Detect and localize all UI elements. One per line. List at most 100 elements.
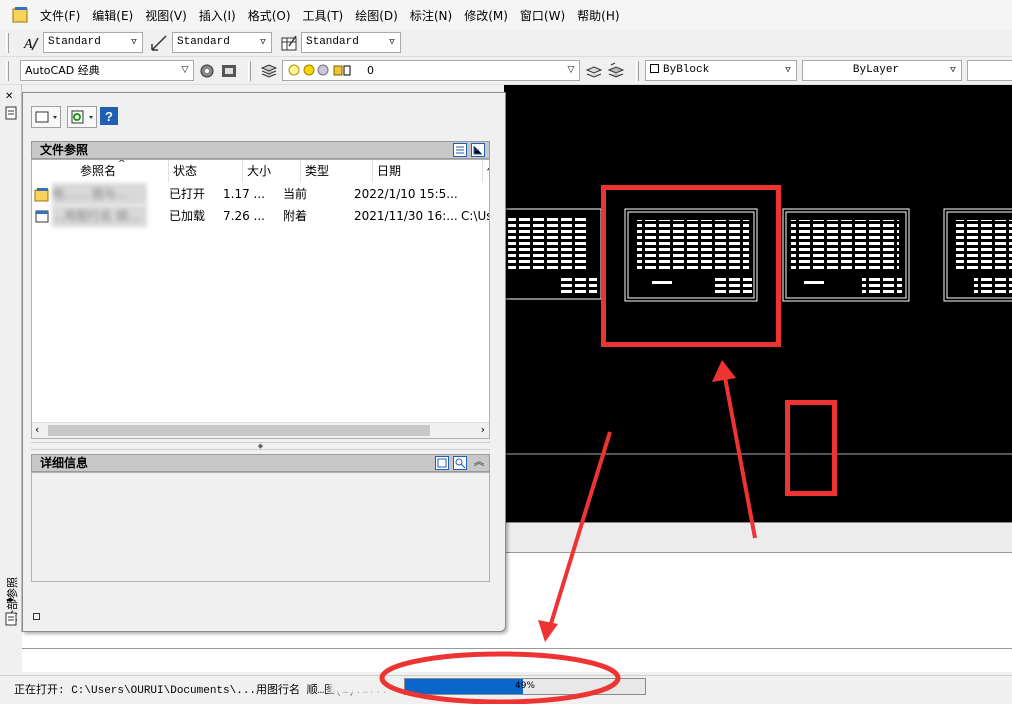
- menu-item[interactable]: 修改(M): [460, 7, 516, 24]
- text-style-icon[interactable]: A: [22, 34, 40, 52]
- toolbar-grip[interactable]: [6, 33, 9, 53]
- progress-label: 49%: [514, 681, 535, 691]
- refresh-dropdown-icon[interactable]: [67, 106, 97, 128]
- layer-properties-icon[interactable]: [260, 62, 278, 80]
- table-style-icon[interactable]: [280, 34, 298, 52]
- chevron-down-icon[interactable]: ▽: [563, 61, 579, 80]
- toolbar-grip[interactable]: [248, 61, 251, 81]
- row-path: C:\Us: [461, 209, 490, 223]
- color-select[interactable]: ByBlock ▽: [645, 60, 797, 81]
- menu-item[interactable]: 窗口(W): [516, 7, 573, 24]
- menu-item[interactable]: 视图(V): [141, 7, 195, 24]
- text-style-select[interactable]: Standard ▽: [43, 32, 143, 53]
- my-workspace-icon[interactable]: [220, 62, 238, 80]
- lineweight-select[interactable]: [967, 60, 1012, 81]
- scroll-left-icon[interactable]: ‹: [35, 423, 39, 436]
- dim-style-select[interactable]: Standard ▽: [172, 32, 272, 53]
- menu-item[interactable]: 编辑(E): [88, 7, 141, 24]
- sort-asc-icon: ^: [118, 159, 126, 169]
- collapse-icon[interactable]: ︽: [474, 455, 484, 471]
- text-style-value: Standard: [48, 36, 101, 48]
- workspace-select[interactable]: AutoCAD 经典 ▽: [20, 60, 194, 81]
- row-type: 当前: [283, 187, 308, 201]
- chevron-down-icon[interactable]: ▽: [780, 61, 796, 80]
- preview-icon[interactable]: [453, 456, 467, 470]
- menu-item[interactable]: 标注(N): [406, 7, 460, 24]
- chevron-down-icon[interactable]: ▽: [255, 33, 271, 52]
- layer-select[interactable]: 0 ▽: [282, 60, 580, 81]
- workspace-settings-icon[interactable]: [198, 62, 216, 80]
- row-type: 附着: [283, 209, 308, 223]
- column-label: 参照名: [80, 164, 117, 178]
- column-saved-path[interactable]: 保: [483, 160, 489, 182]
- file-refs-list[interactable]: 参照名^ 状态 大小 类型 日期 保 电…… 图与… 已打开 1.17 ... …: [31, 159, 490, 439]
- resize-grip-icon[interactable]: [33, 613, 40, 620]
- drawing-sheet[interactable]: [943, 208, 1012, 302]
- column-type[interactable]: 类型: [301, 160, 373, 182]
- details-header[interactable]: 详细信息 ︽: [31, 454, 490, 472]
- column-ref-name[interactable]: 参照名 ^: [32, 160, 169, 182]
- column-label: 大小: [247, 164, 272, 178]
- current-drawing-icon: [34, 188, 49, 202]
- row-date: 2022/1/10 15:5...: [354, 187, 458, 201]
- column-label: 状态: [173, 164, 198, 178]
- row-ref-name: 电…… 图与…: [52, 183, 147, 205]
- menu-item[interactable]: 格式(O): [244, 7, 299, 24]
- row-size: 7.26 ...: [223, 209, 265, 223]
- layer-previous-icon[interactable]: [607, 62, 625, 80]
- splitter-handle[interactable]: ◆: [31, 442, 490, 450]
- toolbar-grip[interactable]: [6, 61, 9, 81]
- workspace-value: AutoCAD 经典: [25, 64, 100, 77]
- expand-arrows-icon[interactable]: ◂▸: [6, 595, 14, 604]
- attach-dropdown-icon[interactable]: [31, 106, 61, 128]
- row-date: 2021/11/30 16:...: [354, 209, 458, 223]
- properties-icon[interactable]: [5, 612, 17, 626]
- annotation-box-sheet: [601, 185, 781, 347]
- close-icon[interactable]: ✕: [5, 91, 13, 102]
- chevron-down-icon[interactable]: ▽: [126, 33, 142, 52]
- horizontal-scrollbar[interactable]: ‹ ›: [32, 422, 489, 438]
- drawing-sheet[interactable]: [501, 208, 602, 300]
- drawing-sheet[interactable]: [782, 208, 910, 302]
- dim-style-icon[interactable]: [150, 34, 168, 52]
- dwg-file-icon: [35, 210, 49, 223]
- chevron-down-icon[interactable]: ▽: [945, 61, 961, 80]
- column-date[interactable]: 日期: [373, 160, 483, 182]
- color-swatch: [650, 64, 659, 73]
- column-size[interactable]: 大小: [243, 160, 301, 182]
- xref-palette-strip: ✕ 外部参照 ◂▸: [0, 85, 22, 632]
- linetype-select[interactable]: ByLayer ▽: [802, 60, 962, 81]
- pin-icon[interactable]: [4, 105, 18, 121]
- menu-item[interactable]: 帮助(H): [573, 7, 627, 24]
- table-style-select[interactable]: Standard ▽: [301, 32, 401, 53]
- menu-item[interactable]: 插入(I): [195, 7, 244, 24]
- menu-item[interactable]: 文件(F): [36, 7, 88, 24]
- scrollbar-thumb[interactable]: [48, 425, 430, 436]
- list-view-icon[interactable]: [453, 143, 467, 157]
- layers-toolbar: AutoCAD 经典 ▽ 0 ▽ ByBlock ▽ ByLayer ▽: [0, 57, 1012, 85]
- file-refs-header[interactable]: 文件参照: [31, 141, 490, 159]
- svg-text:?: ?: [105, 109, 113, 124]
- scroll-right-icon[interactable]: ›: [481, 423, 485, 436]
- chevron-down-icon[interactable]: ▽: [177, 61, 193, 80]
- layer-value: 0: [367, 64, 374, 77]
- row-status: 已打开: [169, 187, 206, 201]
- help-icon[interactable]: ?: [100, 107, 118, 125]
- row-size: 1.17 ...: [223, 187, 265, 201]
- make-current-layer-icon[interactable]: [585, 62, 603, 80]
- color-value: ByBlock: [663, 64, 710, 76]
- column-label: 类型: [305, 164, 330, 178]
- menu-item[interactable]: 工具(T): [299, 7, 352, 24]
- toolbar-grip[interactable]: [636, 61, 639, 81]
- autocad-file-icon[interactable]: [12, 6, 30, 24]
- table-row[interactable]: …用图行名 顺… 已加载 7.26 ... 附着 2021/11/30 16:.…: [32, 205, 489, 227]
- column-status[interactable]: 状态: [169, 160, 243, 182]
- details-title: 详细信息: [40, 456, 89, 470]
- tree-view-icon[interactable]: [471, 143, 485, 157]
- row-status: 已加载: [169, 209, 206, 223]
- menu-item[interactable]: 绘图(D): [351, 7, 406, 24]
- row-ref-name: …用图行名 顺…: [52, 205, 147, 227]
- details-view-icon[interactable]: [435, 456, 449, 470]
- chevron-down-icon[interactable]: ▽: [384, 33, 400, 52]
- table-row[interactable]: 电…… 图与… 已打开 1.17 ... 当前 2022/1/10 15:5..…: [32, 183, 489, 205]
